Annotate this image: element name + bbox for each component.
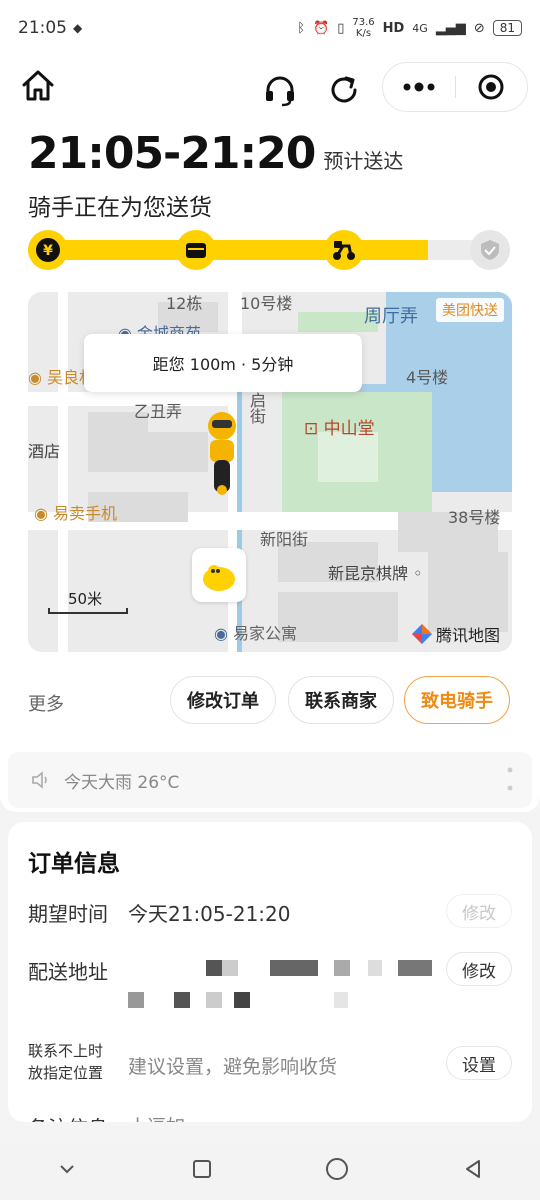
expected-time-value: 今天21:05-21:20 bbox=[128, 902, 291, 926]
miniprogram-capsule bbox=[382, 62, 528, 112]
customer-service-icon[interactable] bbox=[260, 70, 300, 110]
map-poi: ◉ 易卖手机 bbox=[34, 504, 118, 523]
map-label: 38号楼 bbox=[448, 508, 501, 527]
distance-bubble: 距您 100m · 5分钟 bbox=[84, 334, 362, 392]
status-time: 21:05 bbox=[18, 18, 67, 38]
speaker-icon bbox=[32, 771, 47, 789]
map-label: 12栋 bbox=[166, 294, 203, 313]
map-label: 10号楼 bbox=[240, 294, 293, 313]
map-label: 乙丑弄 bbox=[134, 402, 183, 421]
modify-order-button[interactable]: 修改订单 bbox=[170, 676, 276, 724]
yen-icon: ¥ bbox=[36, 238, 60, 262]
nfc-icon: ⊘ bbox=[473, 20, 485, 36]
map-poi: ⊡ 中山堂 bbox=[304, 419, 375, 439]
order-info-card: 订单信息 期望时间 今天21:05-21:20 修改 配送地址 修改 联系不上时… bbox=[8, 822, 532, 1122]
home-nav-icon[interactable] bbox=[324, 1156, 350, 1182]
shop-icon bbox=[186, 243, 206, 258]
status-bar: 21:05 ◆ ᛒ ⏰ ▯ 73.6 K/s HD 4G ▂▄▆ ⊘ 81 bbox=[0, 0, 540, 56]
close-miniprogram-button[interactable] bbox=[456, 62, 528, 112]
fallback-label-line2: 放指定位置 bbox=[28, 1064, 104, 1082]
map-label: 启街 bbox=[247, 392, 266, 424]
refresh-icon[interactable] bbox=[324, 70, 364, 110]
set-fallback-location-button[interactable]: 设置 bbox=[446, 1046, 512, 1080]
svg-text:¥: ¥ bbox=[43, 243, 53, 259]
scooter-icon bbox=[333, 241, 355, 260]
map-label: 周厅弄 bbox=[364, 306, 418, 327]
progress-fill bbox=[28, 240, 429, 260]
home-icon[interactable] bbox=[18, 66, 58, 106]
delivery-progress: ¥ bbox=[28, 230, 510, 270]
signal-icon: ▂▄▆ bbox=[435, 20, 466, 36]
modify-time-button[interactable]: 修改 bbox=[446, 894, 512, 928]
net-speed-unit: K/s bbox=[355, 28, 372, 39]
call-rider-button[interactable]: 致电骑手 bbox=[404, 676, 510, 724]
more-options-button[interactable] bbox=[383, 62, 455, 112]
toolbar bbox=[0, 56, 540, 120]
action-row: 更多 修改订单 联系商家 致电骑手 bbox=[0, 674, 540, 730]
contact-merchant-button[interactable]: 联系商家 bbox=[288, 676, 394, 724]
destination-marker-icon bbox=[192, 548, 246, 602]
fallback-label-line1: 联系不上时 bbox=[28, 1042, 104, 1060]
system-nav-bar bbox=[0, 1138, 540, 1200]
delivery-status-card: 21:05-21:20 预计送达 骑手正在为您送货 ¥ 12栋 10号楼 周厅弄… bbox=[0, 56, 540, 812]
step-rider bbox=[324, 230, 364, 270]
order-info-title: 订单信息 bbox=[28, 851, 120, 877]
map-label: 4号楼 bbox=[406, 368, 449, 387]
rider-marker-icon[interactable] bbox=[200, 408, 244, 498]
vibrate-icon: ▯ bbox=[337, 20, 345, 36]
remark-label: 备注信息 bbox=[28, 1112, 108, 1122]
expected-time-label: 期望时间 bbox=[28, 902, 108, 926]
back-nav-icon[interactable] bbox=[461, 1157, 485, 1181]
meituan-tag: 美团快送 bbox=[436, 298, 504, 322]
step-delivered bbox=[470, 230, 510, 270]
notification-icon: ◆ bbox=[73, 21, 83, 35]
weather-text: 今天大雨 26°C bbox=[64, 772, 180, 793]
map-scale-bar bbox=[48, 608, 128, 614]
map-provider: 腾讯地图 bbox=[411, 622, 500, 646]
carousel-dots bbox=[507, 767, 513, 791]
map-scale-label: 50米 bbox=[68, 590, 103, 608]
step-paid: ¥ bbox=[28, 230, 68, 270]
eta-label: 预计送达 bbox=[323, 149, 404, 173]
check-icon bbox=[481, 240, 499, 260]
hide-nav-icon[interactable] bbox=[55, 1157, 79, 1181]
weather-notice: 今天大雨 26°C bbox=[8, 752, 532, 808]
map-label: 新阳街 bbox=[260, 530, 309, 549]
bluetooth-icon: ᛒ bbox=[297, 20, 305, 36]
fallback-location-label: 联系不上时 放指定位置 bbox=[28, 1040, 103, 1084]
step-merchant bbox=[176, 230, 216, 270]
modify-address-button[interactable]: 修改 bbox=[446, 952, 512, 986]
map-label: 酒店 bbox=[28, 442, 61, 461]
eta-row: 21:05-21:20 预计送达 bbox=[28, 128, 403, 179]
fallback-location-hint: 建议设置，避免影响收货 bbox=[128, 1056, 338, 1078]
network-label: 4G bbox=[412, 21, 428, 35]
rider-map[interactable]: 12栋 10号楼 周厅弄 ◉ 金城商苑 ◉ 吴良材 4号楼 乙丑弄 启街 ⊡ 中… bbox=[28, 292, 512, 652]
address-label: 配送地址 bbox=[28, 960, 108, 984]
tencent-map-icon bbox=[411, 624, 432, 644]
recent-apps-icon[interactable] bbox=[190, 1157, 214, 1181]
net-speed-value: 73.6 bbox=[352, 17, 375, 28]
map-provider-label: 腾讯地图 bbox=[435, 626, 500, 645]
map-poi: ◉ 易家公寓 bbox=[214, 624, 298, 643]
eta-time: 21:05-21:20 bbox=[28, 128, 316, 179]
alarm-icon: ⏰ bbox=[313, 20, 330, 36]
hd-icon: HD bbox=[382, 20, 405, 36]
map-label: 新昆京棋牌 ◦ bbox=[328, 564, 423, 583]
remark-value: 小逗如 bbox=[128, 1112, 185, 1122]
battery-level: 81 bbox=[492, 20, 522, 36]
more-link[interactable]: 更多 bbox=[28, 690, 64, 716]
delivery-status-text: 骑手正在为您送货 bbox=[28, 195, 212, 221]
